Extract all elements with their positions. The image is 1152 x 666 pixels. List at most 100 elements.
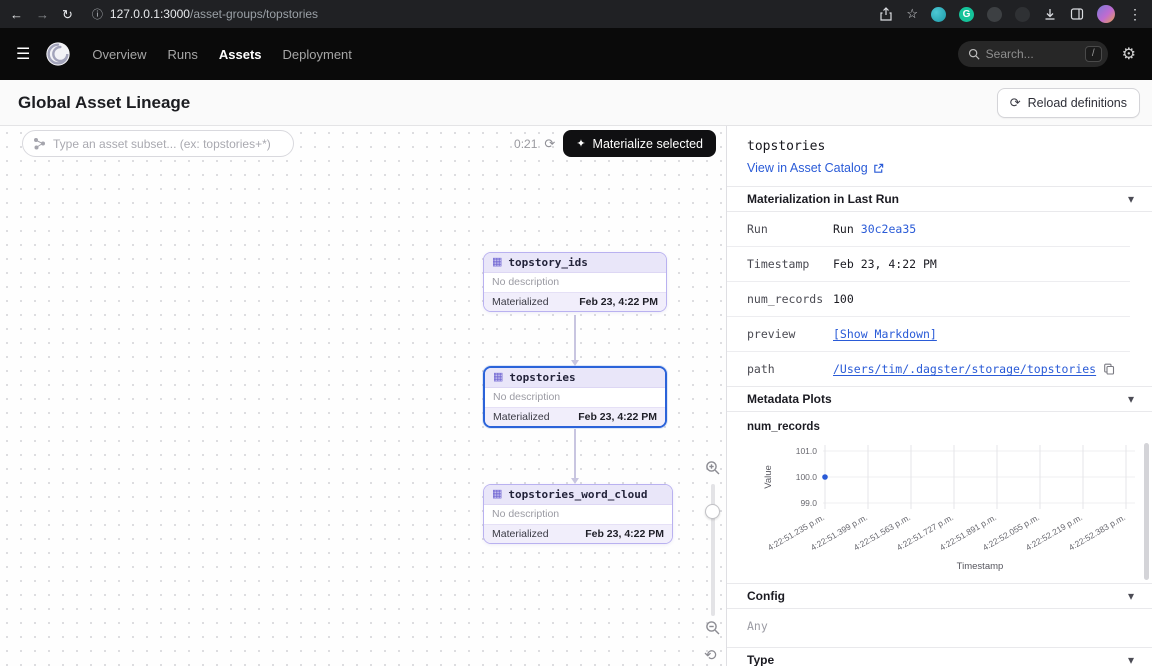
nav-links: Overview Runs Assets Deployment bbox=[92, 47, 352, 62]
section-config[interactable]: Config ▾ bbox=[727, 583, 1152, 609]
zoom-slider-handle[interactable] bbox=[705, 504, 720, 519]
metadata-value: 100 bbox=[833, 292, 854, 306]
zoom-in-icon[interactable] bbox=[705, 460, 721, 476]
graph-toolbar: 0:21 ⟳ ✦ Materialize selected bbox=[0, 130, 726, 157]
menu-icon[interactable]: ☰ bbox=[16, 44, 30, 64]
asset-materialized-time[interactable]: Feb 23, 4:22 PM bbox=[578, 411, 657, 423]
metadata-row-num-records: num_records 100 bbox=[727, 282, 1130, 317]
timer-refresh-icon[interactable]: ⟳ bbox=[544, 136, 555, 152]
node-header: ▦ topstories bbox=[485, 368, 665, 388]
browser-actions: ☆ G ⋮ bbox=[879, 5, 1142, 23]
asset-name: topstories bbox=[509, 371, 575, 384]
url-host: 127.0.0.1:3000 bbox=[110, 7, 190, 21]
config-value: Any bbox=[727, 609, 1152, 648]
asset-materialized-time[interactable]: Feb 23, 4:22 PM bbox=[579, 296, 658, 308]
page-header: Global Asset Lineage ⟳ Reload definition… bbox=[0, 80, 1152, 126]
copy-icon[interactable] bbox=[1103, 363, 1115, 375]
settings-gear-icon[interactable]: ⚙ bbox=[1122, 44, 1136, 64]
extension-icon-1[interactable] bbox=[931, 7, 946, 22]
zoom-controls: ⟲ bbox=[704, 460, 722, 666]
section-materialization-in-last-run[interactable]: Materialization in Last Run ▾ bbox=[727, 186, 1152, 212]
nav-runs[interactable]: Runs bbox=[168, 47, 198, 62]
share-icon[interactable] bbox=[879, 7, 893, 21]
table-icon: ▦ bbox=[493, 372, 503, 383]
chevron-down-icon: ▾ bbox=[1128, 653, 1134, 666]
asset-subset-icon bbox=[33, 137, 46, 150]
asset-status: Materialized bbox=[493, 411, 550, 423]
asset-node-topstories[interactable]: ▦ topstories No description Materialized… bbox=[483, 366, 667, 428]
metadata-key: Timestamp bbox=[747, 257, 833, 271]
show-markdown-link[interactable]: [Show Markdown] bbox=[833, 327, 937, 341]
extension-icon-2[interactable] bbox=[987, 7, 1002, 22]
asset-description: No description bbox=[485, 388, 665, 407]
table-icon: ▦ bbox=[492, 257, 502, 268]
profile-avatar[interactable] bbox=[1097, 5, 1115, 23]
nav-deployment[interactable]: Deployment bbox=[283, 47, 352, 62]
zoom-reset-icon[interactable]: ⟲ bbox=[704, 646, 717, 664]
view-in-asset-catalog-link[interactable]: View in Asset Catalog bbox=[747, 161, 884, 175]
url-path: /asset-groups/topstories bbox=[190, 7, 318, 21]
run-timer: 0:21 bbox=[514, 137, 537, 151]
chevron-down-icon: ▾ bbox=[1128, 392, 1134, 406]
node-footer: Materialized Feb 23, 4:22 PM bbox=[484, 524, 672, 543]
asset-status: Materialized bbox=[492, 296, 549, 308]
asset-filter-input[interactable] bbox=[53, 137, 283, 151]
page-title: Global Asset Lineage bbox=[18, 93, 190, 113]
downloads-icon[interactable] bbox=[1043, 7, 1057, 21]
data-point bbox=[822, 474, 828, 480]
path-link[interactable]: /Users/tim/.dagster/storage/topstories bbox=[833, 362, 1096, 376]
node-header: ▦ topstories_word_cloud bbox=[484, 485, 672, 505]
dagster-logo[interactable] bbox=[44, 40, 72, 68]
asset-filter[interactable] bbox=[22, 130, 294, 157]
metadata-row-timestamp: Timestamp Feb 23, 4:22 PM bbox=[727, 247, 1130, 282]
edge-topstory-ids-to-topstories bbox=[574, 315, 576, 360]
metadata-row-path: path /Users/tim/.dagster/storage/topstor… bbox=[727, 352, 1130, 387]
plot-title: num_records bbox=[727, 412, 1152, 433]
svg-text:100.0: 100.0 bbox=[796, 472, 818, 482]
forward-icon[interactable]: → bbox=[36, 8, 49, 21]
asset-materialized-time[interactable]: Feb 23, 4:22 PM bbox=[585, 528, 664, 540]
asset-description: No description bbox=[484, 505, 672, 524]
table-icon: ▦ bbox=[492, 489, 502, 500]
reload-definitions-button[interactable]: ⟳ Reload definitions bbox=[997, 88, 1140, 118]
metadata-key: num_records bbox=[747, 292, 833, 306]
run-link[interactable]: 30c2ea35 bbox=[861, 222, 916, 236]
asset-description: No description bbox=[484, 273, 666, 292]
zoom-out-icon[interactable] bbox=[705, 620, 721, 636]
extension-icon-grammarly[interactable]: G bbox=[959, 7, 974, 22]
metadata-key: Run bbox=[747, 222, 833, 236]
bookmark-star-icon[interactable]: ☆ bbox=[906, 6, 918, 22]
lineage-graph-canvas[interactable]: 0:21 ⟳ ✦ Materialize selected ▦ topstory… bbox=[0, 126, 726, 666]
metadata-key: path bbox=[747, 362, 833, 376]
nav-assets[interactable]: Assets bbox=[219, 47, 262, 62]
svg-text:101.0: 101.0 bbox=[796, 446, 818, 456]
back-icon[interactable]: ← bbox=[10, 8, 23, 21]
metadata-row-run: Run Run 30c2ea35 bbox=[727, 212, 1130, 247]
shortcut-badge: / bbox=[1085, 46, 1102, 63]
run-prefix: Run bbox=[833, 222, 854, 236]
refresh-icon: ⟳ bbox=[1010, 95, 1021, 111]
search-icon bbox=[968, 48, 980, 60]
section-type[interactable]: Type ▾ bbox=[727, 647, 1152, 666]
search-box[interactable]: / bbox=[958, 41, 1108, 67]
url-bar[interactable]: ⓘ 127.0.0.1:3000/asset-groups/topstories bbox=[92, 6, 318, 22]
browser-menu-icon[interactable]: ⋮ bbox=[1128, 6, 1142, 23]
search-input[interactable] bbox=[986, 47, 1079, 61]
site-info-icon[interactable]: ⓘ bbox=[92, 6, 103, 22]
node-footer: Materialized Feb 23, 4:22 PM bbox=[484, 292, 666, 311]
asset-node-topstory-ids[interactable]: ▦ topstory_ids No description Materializ… bbox=[483, 252, 667, 312]
extension-icon-3[interactable] bbox=[1015, 7, 1030, 22]
side-panel-icon[interactable] bbox=[1070, 7, 1084, 21]
nav-overview[interactable]: Overview bbox=[92, 47, 146, 62]
main-content: 0:21 ⟳ ✦ Materialize selected ▦ topstory… bbox=[0, 126, 1152, 666]
metadata-value: Feb 23, 4:22 PM bbox=[833, 257, 937, 271]
asset-node-topstories-word-cloud[interactable]: ▦ topstories_word_cloud No description M… bbox=[483, 484, 673, 544]
node-footer: Materialized Feb 23, 4:22 PM bbox=[485, 407, 665, 426]
metadata-key: preview bbox=[747, 327, 833, 341]
panel-scrollbar[interactable] bbox=[1144, 443, 1149, 580]
chevron-down-icon: ▾ bbox=[1128, 589, 1134, 603]
materialize-selected-button[interactable]: ✦ Materialize selected bbox=[563, 130, 716, 157]
browser-reload-icon[interactable]: ↻ bbox=[62, 8, 73, 21]
asset-details-panel: topstories View in Asset Catalog Materia… bbox=[726, 126, 1152, 666]
section-metadata-plots[interactable]: Metadata Plots ▾ bbox=[727, 386, 1152, 412]
